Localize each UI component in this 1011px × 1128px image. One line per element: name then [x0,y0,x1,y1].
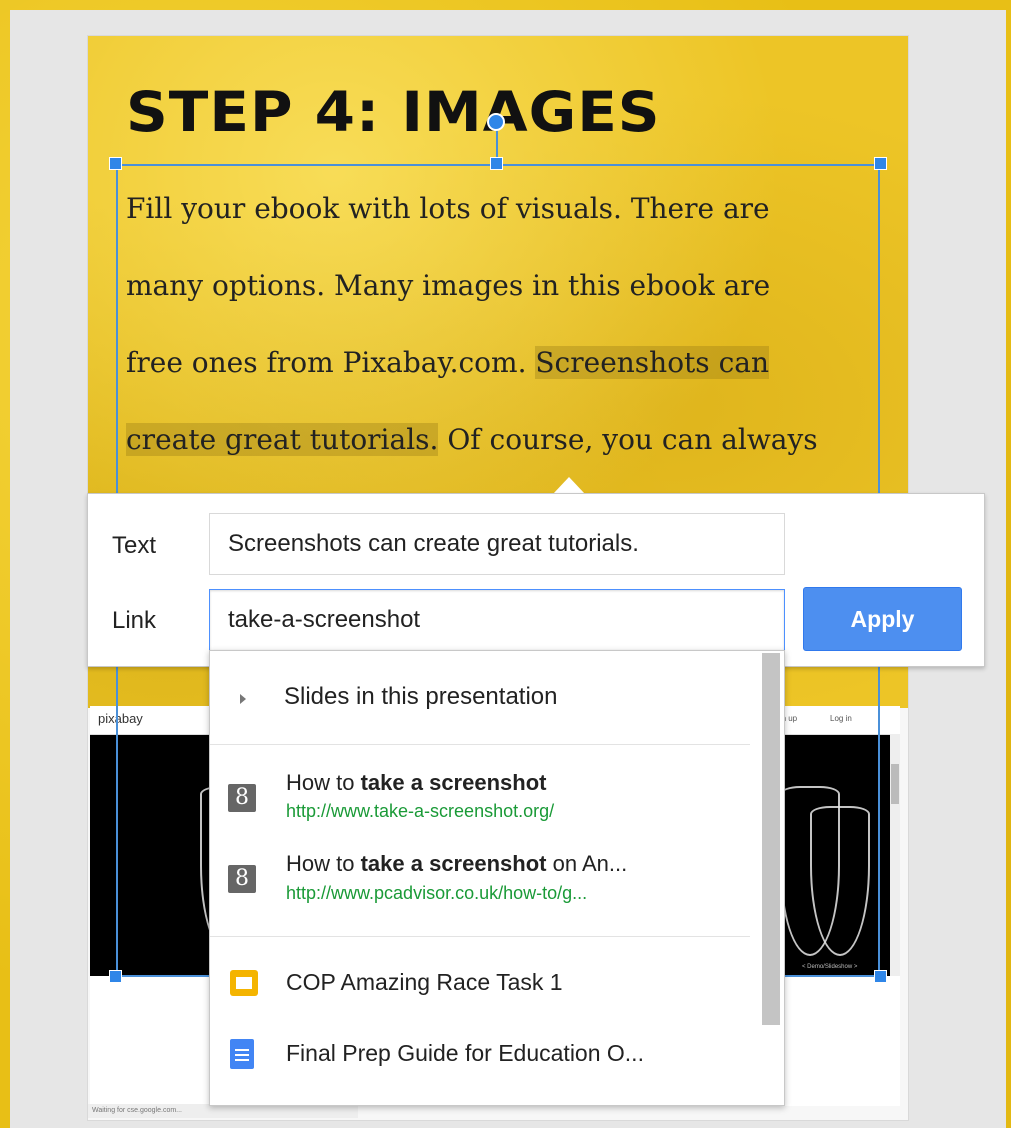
resize-handle-top[interactable] [490,157,503,170]
resize-handle-top-left[interactable] [109,157,122,170]
selected-text: Screenshots can [535,346,769,379]
link-url-input[interactable] [209,589,785,651]
link-label: Link [112,607,157,634]
pixabay-credit: < Demo/Slideshow > [802,964,858,970]
body-line: free ones from Pixabay.com. Screenshots … [126,324,866,401]
body-text-span: free ones from Pixabay.com. [126,346,536,379]
docs-icon-line [235,1054,249,1056]
resize-handle-bottom-left[interactable] [109,970,122,983]
result-title-text: How to [286,851,361,876]
pixabay-scrollbar [890,734,900,976]
file-label: COP Amazing Race Task 1 [286,969,563,995]
link-text-input[interactable] [209,513,785,575]
slides-section-toggle[interactable]: Slides in this presentation [210,651,760,743]
body-text-span: Of course, you can always [438,423,818,456]
google-search-icon: 8 [228,784,256,812]
link-dialog: Text Link Apply [87,493,985,667]
docs-icon-line [235,1059,249,1061]
section-label: Slides in this presentation [284,683,558,710]
pixabay-logo: pixabay [98,711,143,726]
docs-icon-line [235,1049,249,1051]
body-line: Fill your ebook with lots of visuals. Th… [126,192,770,225]
apply-button[interactable]: Apply [803,587,962,651]
pixabay-scroll-thumb [891,764,899,804]
pixabay-status-bar: Waiting for cse.google.com... [88,1104,358,1118]
link-suggestions-dropdown: Slides in this presentation 8 How to tak… [209,650,785,1106]
resize-handle-top-right[interactable] [874,157,887,170]
divider [210,744,750,745]
slide-title[interactable]: Step 4: Images [126,80,661,145]
selected-text: create great tutorials. [126,423,439,456]
google-search-icon: 8 [228,865,256,893]
google-slides-icon [230,970,258,996]
result-title: How to take a screenshot on An... [286,851,627,877]
result-title-text: How to [286,770,361,795]
result-url: http://www.pcadvisor.co.uk/how-to/g... [286,883,588,903]
result-title-match: take a screenshot [360,770,547,795]
divider [210,936,750,937]
google-docs-icon [230,1039,254,1069]
dropdown-scrollbar[interactable] [762,653,780,1025]
dialog-pointer [553,477,585,494]
result-title-match: take a screenshot [360,851,547,876]
body-line: many options. Many images in this ebook … [126,269,771,302]
result-title: How to take a screenshot [286,770,546,796]
result-title-text: on An... [546,851,628,876]
resize-handle-bottom-right[interactable] [874,970,887,983]
body-line: create great tutorials. Of course, you c… [126,401,866,478]
result-url: http://www.take-a-screenshot.org/ [286,801,555,821]
pixabay-login: Log in [830,714,852,723]
rotate-handle[interactable] [487,113,505,131]
file-label: Final Prep Guide for Education O... [286,1040,644,1066]
expand-triangle-icon [240,694,246,704]
text-label: Text [112,532,157,559]
